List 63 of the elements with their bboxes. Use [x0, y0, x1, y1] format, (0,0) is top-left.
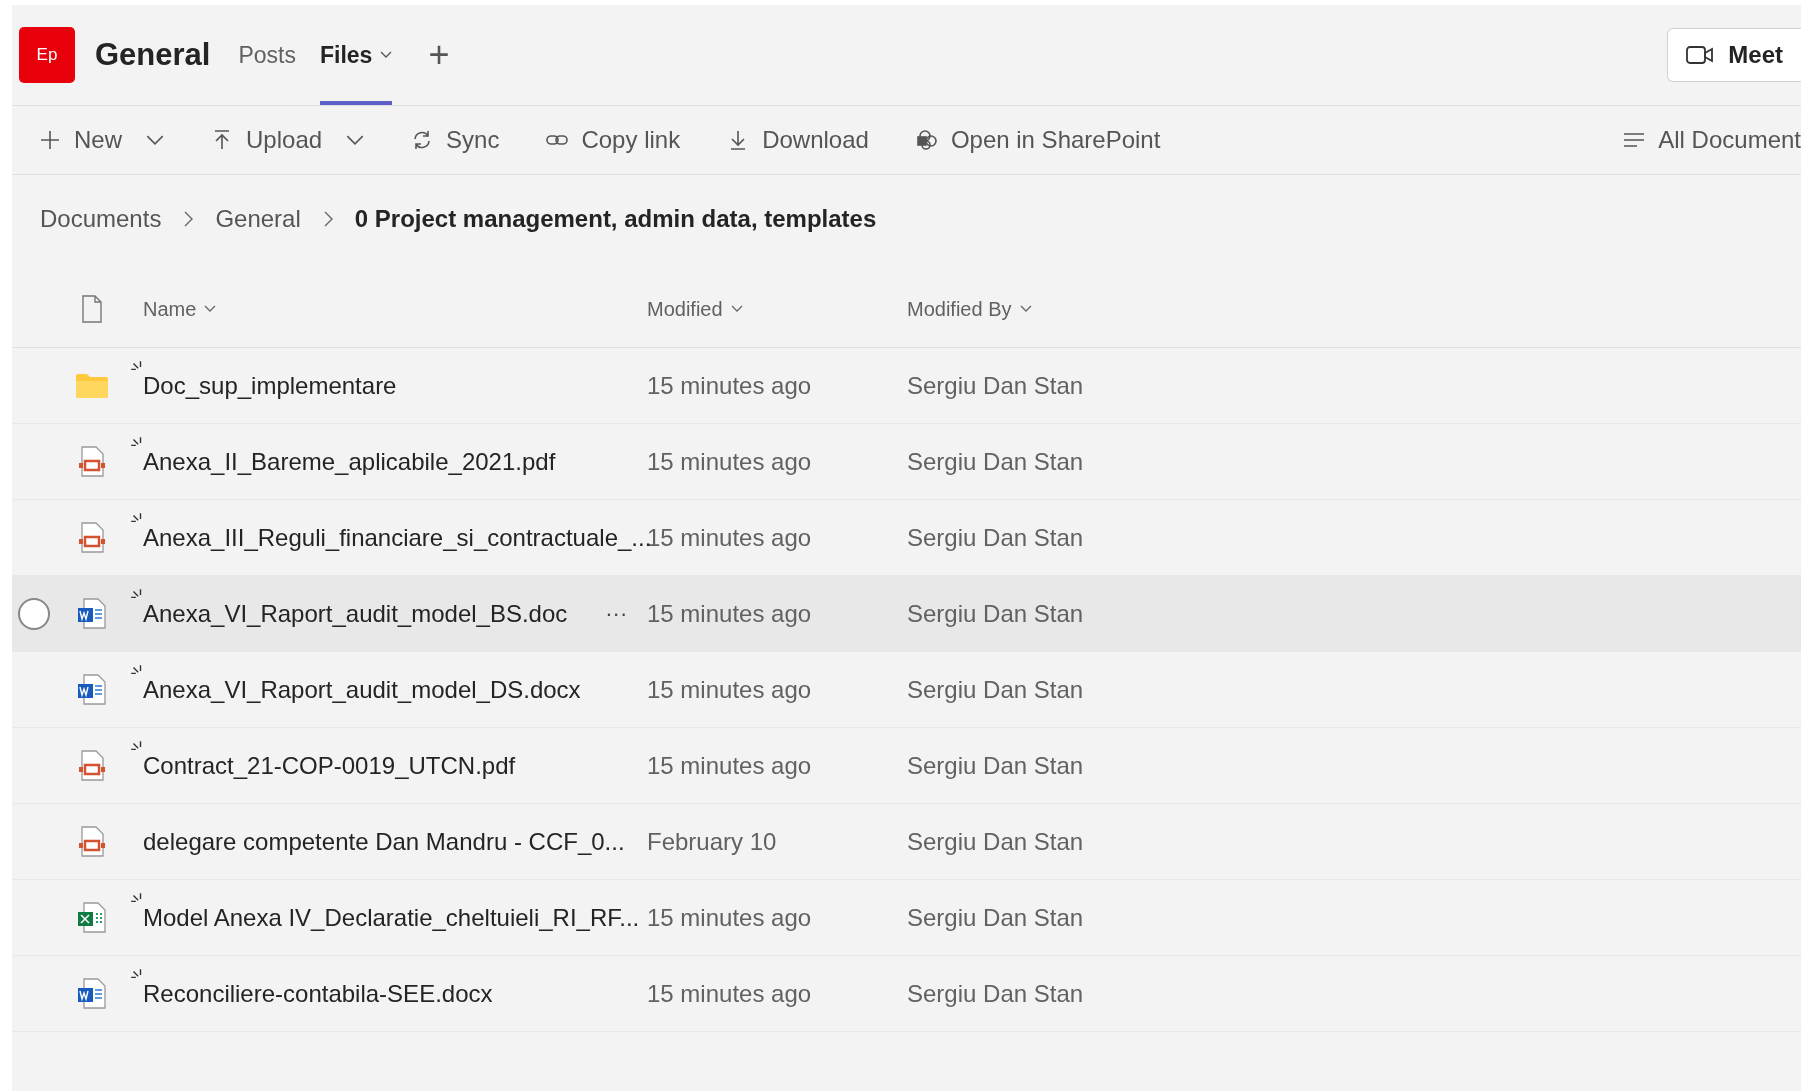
modified-cell-text: 15 minutes ago — [647, 447, 813, 476]
team-avatar: Ep — [19, 27, 75, 83]
chevron-down-icon — [1019, 305, 1032, 313]
modified-cell-text: 15 minutes ago — [647, 979, 813, 1008]
toolbar-button[interactable]: Upload — [210, 126, 365, 154]
breadcrumb-item[interactable]: General — [215, 205, 301, 233]
file-row[interactable]: Contract_21-COP-0019_UTCN.pdf 15 minutes ago Sergiu Dan Stan — [12, 728, 1801, 804]
modified-cell-text: 15 minutes ago — [647, 903, 813, 932]
column-header[interactable]: Name — [143, 297, 647, 321]
column-header[interactable]: Modified By — [907, 297, 1032, 321]
modified-by-cell: Sergiu Dan Stan — [907, 599, 1084, 628]
modified-cell-text: February 10 — [647, 827, 778, 856]
file-row[interactable]: Anexa_VI_Raport_audit_model_DS.docx 15 minutes ago Sergiu Dan Stan — [12, 652, 1801, 728]
file-name[interactable]: Anexa_VI_Raport_audit_model_DS.docx — [143, 675, 581, 704]
chevron-right-icon — [183, 211, 194, 227]
file-row[interactable]: Reconciliere-contabila-SEE.docx 15 minutes ago Sergiu Dan Stan — [12, 956, 1801, 1032]
modified-by-cell: Sergiu Dan Stan — [907, 523, 1084, 552]
chevron-right-icon — [322, 211, 333, 227]
modified-cell-text: 15 minutes ago — [647, 751, 813, 780]
file-row[interactable]: Anexa_VI_Raport_audit_model_BS.doc ··· 15 minutes ago Sergiu Dan Stan — [12, 576, 1801, 652]
modified-by-cell: Sergiu Dan Stan — [907, 979, 1084, 1008]
modified-cell-text: 15 minutes ago — [647, 599, 813, 628]
file-name[interactable]: Anexa_VI_Raport_audit_model_BS.doc — [143, 599, 568, 628]
toolbar-button[interactable]: New — [38, 126, 164, 154]
breadcrumb-item[interactable]: Documents — [40, 205, 162, 233]
file-name[interactable]: Reconciliere-contabila-SEE.docx — [143, 979, 493, 1008]
channel-tab[interactable]: Posts — [238, 5, 296, 105]
meet-button[interactable]: Meet — [1667, 28, 1801, 82]
modified-by-cell: Sergiu Dan Stan — [907, 371, 1084, 400]
modified-by-cell: Sergiu Dan Stan — [907, 903, 1084, 932]
file-row[interactable]: Model Anexa IV_Declaratie_cheltuieli_RI_RF... 15 minutes ago Sergiu Dan Stan — [12, 880, 1801, 956]
file-type-icon — [79, 295, 104, 323]
toolbar-button[interactable]: Open in SharePoint — [914, 126, 1161, 154]
toolbar-button[interactable]: Download — [726, 126, 869, 154]
select-radio[interactable] — [18, 597, 50, 630]
more-options-button[interactable]: ··· — [601, 600, 632, 627]
file-row[interactable]: Doc_sup_implementare 15 minutes ago Sergiu Dan Stan — [12, 348, 1801, 424]
modified-by-cell: Sergiu Dan Stan — [907, 751, 1084, 780]
view-selector[interactable]: All Document — [1622, 126, 1801, 154]
file-row[interactable]: Anexa_II_Bareme_aplicabile_2021.pdf 15 minutes ago Sergiu Dan Stan — [12, 424, 1801, 500]
video-camera-icon — [1686, 45, 1715, 65]
file-row[interactable]: delegare competente Dan Mandru - CCF_0... February 10 Sergiu Dan Stan — [12, 804, 1801, 880]
modified-by-cell: Sergiu Dan Stan — [907, 675, 1084, 704]
channel-title: General — [95, 37, 211, 73]
plus-icon — [38, 128, 62, 152]
column-header[interactable]: Modified — [647, 297, 907, 321]
file-name[interactable]: Model Anexa IV_Declaratie_cheltuieli_RI_RF... — [143, 903, 640, 932]
chevron-down-icon — [204, 305, 217, 313]
channel-tab[interactable]: Files — [320, 5, 393, 105]
modified-by-cell: Sergiu Dan Stan — [907, 447, 1084, 476]
toolbar-button[interactable]: Sync — [410, 126, 500, 154]
sharepoint-icon — [914, 128, 939, 152]
file-name[interactable]: Doc_sup_implementare — [143, 371, 397, 400]
add-tab-button[interactable]: + — [416, 34, 462, 76]
modified-by-cell: Sergiu Dan Stan — [907, 827, 1084, 856]
toolbar-button[interactable]: Copy link — [545, 126, 681, 154]
file-name[interactable]: delegare competente Dan Mandru - CCF_0... — [143, 827, 625, 856]
breadcrumb-item: 0 Project management, admin data, templates — [354, 205, 877, 233]
chevron-down-icon — [730, 305, 743, 313]
modified-cell-text: 15 minutes ago — [647, 675, 813, 704]
modified-cell-text: 15 minutes ago — [647, 371, 813, 400]
file-name[interactable]: Contract_21-COP-0019_UTCN.pdf — [143, 751, 516, 780]
file-name[interactable]: Anexa_II_Bareme_aplicabile_2021.pdf — [143, 447, 556, 476]
